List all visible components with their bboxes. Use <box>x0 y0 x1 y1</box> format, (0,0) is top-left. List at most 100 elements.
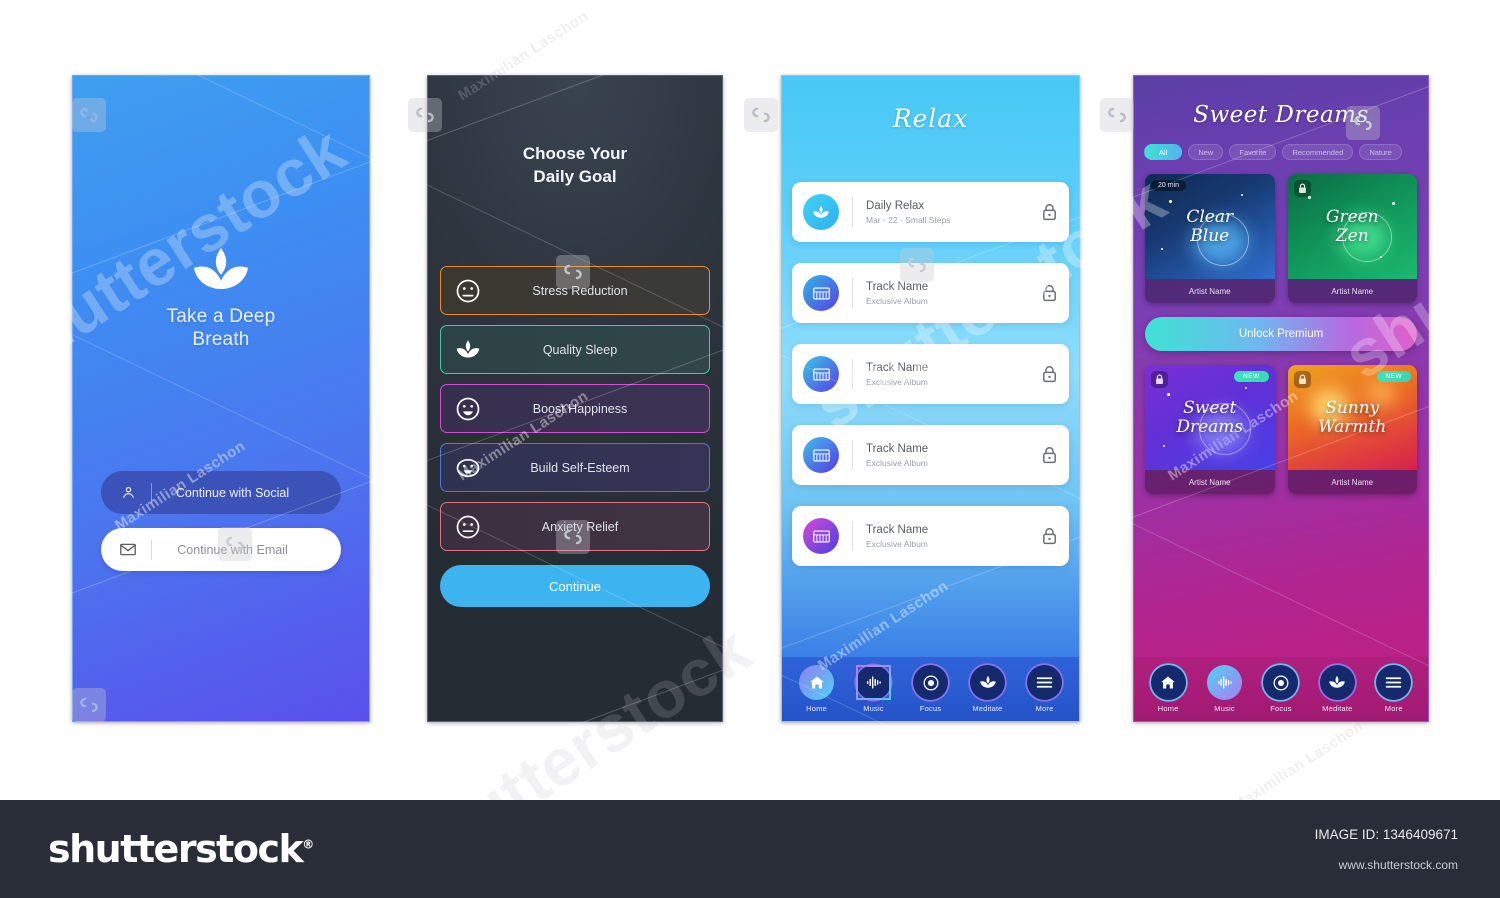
neutral-face-icon <box>455 514 481 540</box>
track-meta: Track Name Exclusive Album <box>866 281 1042 306</box>
track-meta: Daily Relax Mar · 22 · Small Steps <box>866 200 1042 225</box>
lock-icon[interactable] <box>1042 527 1057 545</box>
waveform-icon <box>856 665 891 700</box>
sweet-dreams-screen: Sweet Dreams All New Favorite Recommende… <box>1133 75 1429 722</box>
sweet-dreams-header: Sweet Dreams <box>1193 102 1369 128</box>
album-tile-clear-blue[interactable]: 20 min Clear Blue Artist Name <box>1145 174 1275 303</box>
envelope-icon <box>115 543 141 556</box>
lotus-icon <box>194 248 248 289</box>
album-title: Clear Blue <box>1186 206 1234 246</box>
footer-url[interactable]: www.shutterstock.com <box>1315 858 1458 872</box>
goal-label: Build Self-Esteem <box>530 460 630 475</box>
track-subtitle: Mar · 22 · Small Steps <box>866 214 951 225</box>
lock-icon[interactable] <box>1042 203 1057 221</box>
lock-icon[interactable] <box>1042 446 1057 464</box>
nav-label: Meditate <box>972 704 1003 713</box>
track-meta: Track Name Exclusive Album <box>866 362 1042 387</box>
track-row[interactable]: Track Name Exclusive Album <box>792 263 1069 323</box>
continue-with-social-label: Continue with Social <box>175 485 290 500</box>
continue-with-social-button[interactable]: Continue with Social <box>101 471 341 514</box>
relax-header: Relax <box>892 104 969 133</box>
piano-icon <box>803 518 839 554</box>
nav-item-more[interactable]: More <box>1369 665 1419 713</box>
track-title: Track Name <box>866 280 929 293</box>
duration-badge: 20 min <box>1151 180 1187 191</box>
lock-icon[interactable] <box>1042 365 1057 383</box>
track-title: Track Name <box>866 523 929 536</box>
continue-with-email-label: Continue with Email <box>177 542 288 557</box>
smiling-face-icon <box>455 396 481 422</box>
shutterstock-wordmark: shutterstock <box>48 827 304 871</box>
nav-item-focus[interactable]: Focus <box>1256 665 1306 713</box>
filter-chip-favorite[interactable]: Favorite <box>1229 144 1277 160</box>
filter-chips: All New Favorite Recommended Nature <box>1134 144 1428 160</box>
welcome-screen: Take a Deep Breath Continue with Social C… <box>72 75 370 722</box>
welcome-actions: Continue with Social Continue with Email <box>101 471 341 585</box>
track-row[interactable]: Track Name Exclusive Album <box>792 425 1069 485</box>
nav-item-music[interactable]: Music <box>1200 665 1250 713</box>
album-title: Sunny Warmth <box>1318 397 1387 437</box>
filter-chip-recommended[interactable]: Recommended <box>1282 144 1354 160</box>
target-icon <box>913 665 948 700</box>
nav-item-meditate[interactable]: Meditate <box>1312 665 1362 713</box>
person-icon <box>115 485 141 500</box>
registered-mark: ® <box>302 837 315 852</box>
neutral-face-icon <box>455 278 481 304</box>
goal-option-anxiety-relief[interactable]: Anxiety Relief <box>440 502 710 551</box>
track-subtitle: Exclusive Album <box>866 538 928 549</box>
track-row[interactable]: Track Name Exclusive Album <box>792 506 1069 566</box>
album-tile-sweet-dreams[interactable]: NEW Sweet Dreams Artist Name <box>1145 365 1275 494</box>
nav-label: Home <box>1157 704 1179 713</box>
nav-item-home[interactable]: Home <box>1143 665 1193 713</box>
filter-chip-all[interactable]: All <box>1144 144 1183 160</box>
goal-option-boost-happiness[interactable]: Boost Happiness <box>440 384 710 433</box>
daily-goal-title: Choose Your Daily Goal <box>522 144 628 186</box>
track-meta: Track Name Exclusive Album <box>866 443 1042 468</box>
continue-with-email-button[interactable]: Continue with Email <box>101 528 341 571</box>
track-title: Track Name <box>866 361 929 374</box>
bottom-navigation: Home Music Focus Meditate More <box>1134 657 1428 721</box>
track-subtitle: Exclusive Album <box>866 457 928 468</box>
track-row[interactable]: Track Name Exclusive Album <box>792 344 1069 404</box>
nav-item-focus[interactable]: Focus <box>906 665 956 713</box>
lotus-icon <box>970 665 1005 700</box>
unlock-premium-button[interactable]: Unlock Premium <box>1145 317 1417 351</box>
goal-label: Quality Sleep <box>542 342 618 357</box>
lock-icon <box>1293 371 1311 388</box>
watermark-logo <box>744 98 778 132</box>
nav-item-home[interactable]: Home <box>792 665 842 713</box>
track-subtitle: Exclusive Album <box>866 376 928 387</box>
row-divider <box>852 359 853 389</box>
album-tile-sunny-warmth[interactable]: NEW Sunny Warmth Artist Name <box>1287 365 1417 494</box>
relax-screen: Relax Daily Relax Mar · 22 · Small Steps <box>781 75 1080 722</box>
home-icon <box>799 665 834 700</box>
album-tile-green-zen[interactable]: Green Zen Artist Name <box>1287 174 1417 303</box>
goal-label: Stress Reduction <box>532 283 628 298</box>
tile-grid-row-2: NEW Sweet Dreams Artist Name NEW Sunny W… <box>1134 365 1428 494</box>
lock-icon <box>1293 180 1311 197</box>
screens-stage: Take a Deep Breath Continue with Social C… <box>0 0 1500 893</box>
nav-item-music[interactable]: Music <box>849 665 899 713</box>
waveform-icon <box>1207 665 1243 700</box>
album-title: Sweet Dreams <box>1176 397 1244 437</box>
home-icon <box>1150 665 1186 700</box>
lock-icon[interactable] <box>1042 284 1057 302</box>
goal-option-quality-sleep[interactable]: Quality Sleep <box>440 325 710 374</box>
filter-chip-nature[interactable]: Nature <box>1359 144 1402 160</box>
continue-button[interactable]: Continue <box>440 565 710 607</box>
nav-label: Home <box>806 704 827 713</box>
track-row[interactable]: Daily Relax Mar · 22 · Small Steps <box>792 182 1069 242</box>
filter-chip-new[interactable]: New <box>1188 144 1224 160</box>
watermark-logo <box>1100 98 1134 132</box>
goal-option-build-self-esteem[interactable]: Build Self-Esteem <box>440 443 710 492</box>
goal-option-stress-reduction[interactable]: Stress Reduction <box>440 266 710 315</box>
new-badge: NEW <box>1376 371 1411 382</box>
nav-item-meditate[interactable]: Meditate <box>963 665 1013 713</box>
image-id-value: 1346409671 <box>1382 826 1458 842</box>
bottom-navigation: Home Music Focus Meditate More <box>782 657 1079 721</box>
tile-grid-row-1: 20 min Clear Blue Artist Name Green Zen … <box>1134 174 1428 303</box>
welcome-hero: Take a Deep Breath <box>73 246 369 351</box>
nav-label: Focus <box>1270 704 1292 713</box>
nav-item-more[interactable]: More <box>1020 665 1070 713</box>
nav-label: Music <box>863 704 884 713</box>
